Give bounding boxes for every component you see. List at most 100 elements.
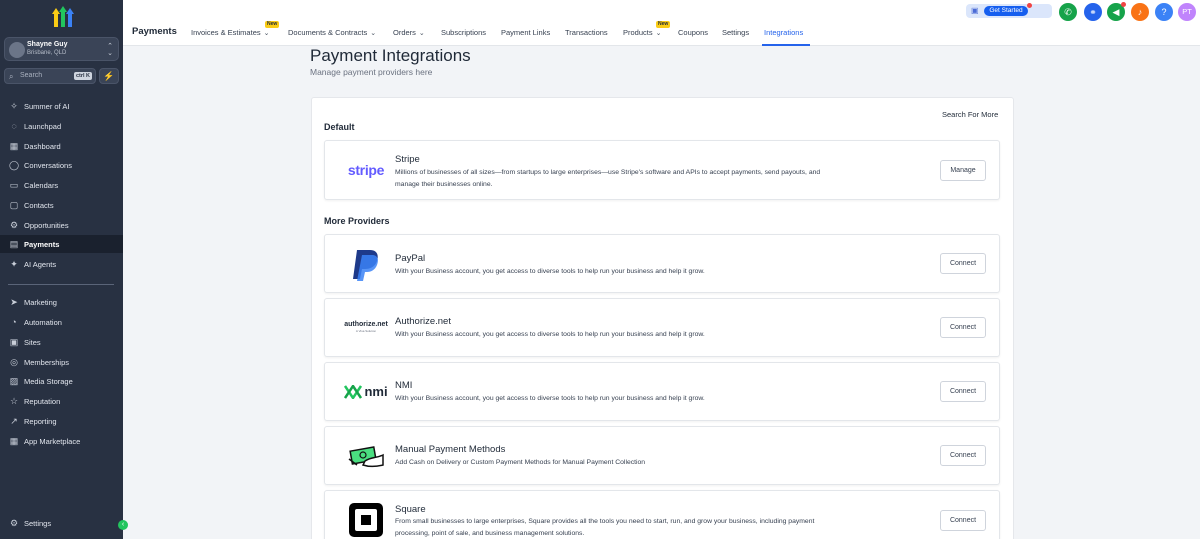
connect-button-nmi[interactable]: Connect	[940, 381, 986, 402]
sidebar-item-ai-agents[interactable]: ✦ AI Agents	[0, 255, 123, 273]
tab-coupons[interactable]: Coupons	[678, 28, 708, 37]
provider-card-paypal: PayPal With your Business account, you g…	[324, 234, 1000, 293]
provider-description: From small businesses to large enterpris…	[395, 518, 815, 537]
provider-name: PayPal	[395, 253, 426, 264]
connect-button-square[interactable]: Connect	[940, 510, 986, 531]
phone-icon[interactable]: ✆	[1059, 3, 1077, 21]
sidebar-item-reporting[interactable]: ↗ Reporting	[0, 412, 123, 430]
sidebar-item-dashboard[interactable]: ▦ Dashboard	[0, 137, 123, 155]
sidebar: Shayne Guy Brisbane, QLD ⌃ ⌄ ⌕ Search ctr…	[0, 0, 128, 539]
brand-logo[interactable]	[52, 6, 74, 28]
quick-action-bolt-icon[interactable]: ⚡	[99, 68, 119, 84]
provider-name: NMI	[395, 380, 413, 391]
search-shortcut: ctrl K	[73, 72, 92, 80]
rocket-icon: ▣	[971, 6, 979, 15]
calendar-icon: ▭	[9, 180, 19, 190]
chevron-down-icon: ⌄	[418, 30, 425, 37]
connect-button-authorize-net[interactable]: Connect	[940, 317, 986, 338]
default-section-title: Default	[324, 122, 355, 132]
link-icon[interactable]: ⚭	[1084, 3, 1102, 21]
provider-card-authorize-net: authorize.net A Visa Solution Authorize.n…	[324, 298, 1000, 357]
sidebar-item-automation[interactable]: ◔ Automation	[0, 313, 123, 331]
connect-button-paypal[interactable]: Connect	[940, 253, 986, 274]
section-title: Payments	[132, 26, 177, 37]
provider-card-square: Square From small businesses to large en…	[324, 490, 1000, 539]
tab-invoices-estimates[interactable]: Invoices & Estimates ⌄	[191, 28, 269, 37]
provider-description: Millions of businesses of all sizes—from…	[395, 169, 821, 188]
megaphone-icon[interactable]: ◀	[1107, 2, 1126, 21]
account-switcher[interactable]: Shayne Guy Brisbane, QLD ⌃ ⌄	[4, 37, 119, 61]
tab-payment-links[interactable]: Payment Links	[501, 28, 550, 37]
get-started-button[interactable]: Get Started	[984, 6, 1028, 16]
gear-icon: ⚙	[9, 518, 19, 528]
sidebar-divider	[8, 284, 114, 285]
chart-icon: ↗	[10, 416, 18, 426]
chevron-down-icon: ⌄	[655, 30, 662, 37]
new-badge: New	[265, 21, 280, 28]
sidebar-item-conversations[interactable]: ◯ Conversations	[0, 156, 123, 174]
manage-button[interactable]: Manage	[940, 160, 986, 181]
bell-icon[interactable]: ♪	[1131, 3, 1149, 21]
search-placeholder: Search	[20, 72, 43, 79]
chevron-down-icon: ⌄	[370, 30, 377, 37]
sidebar-item-summer-of-ai[interactable]: ✧ Summer of AI	[0, 97, 123, 115]
grid-icon: ▦	[9, 141, 19, 151]
payments-icon: ▤	[9, 239, 19, 249]
sidebar-item-launchpad[interactable]: ◌ Launchpad	[0, 117, 123, 135]
tab-documents-contracts[interactable]: Documents & Contracts ⌄	[288, 28, 376, 37]
sidebar-item-reputation[interactable]: ☆ Reputation	[0, 392, 123, 410]
tab-orders[interactable]: Orders ⌄	[393, 28, 425, 37]
opportunities-icon: ⚙	[9, 220, 19, 230]
top-bar: Payments Invoices & Estimates ⌄ New Docum…	[123, 0, 1200, 46]
new-badge: New	[656, 21, 671, 28]
get-started-widget[interactable]: ▣ Get Started	[966, 3, 1052, 18]
nmi-logo: nmi	[335, 363, 397, 420]
sidebar-item-payments[interactable]: ▤ Payments	[0, 235, 123, 253]
chevron-updown-icon: ⌃ ⌄	[107, 43, 113, 57]
sidebar-item-calendars[interactable]: ▭ Calendars	[0, 176, 123, 194]
rocket-icon: ◌	[11, 121, 17, 131]
star-icon: ☆	[9, 396, 19, 406]
tab-products[interactable]: Products ⌄	[623, 28, 661, 37]
more-providers-title: More Providers	[324, 216, 390, 226]
provider-description: With your Business account, you get acce…	[395, 395, 705, 402]
provider-card-nmi: nmi NMI With your Business account, you …	[324, 362, 1000, 421]
tab-integrations[interactable]: Integrations	[764, 28, 803, 37]
provider-description: With your Business account, you get acce…	[395, 331, 705, 338]
tab-transactions[interactable]: Transactions	[565, 28, 608, 37]
sidebar-item-app-marketplace[interactable]: ▦ App Marketplace	[0, 432, 123, 450]
nmi-mark-icon	[344, 384, 363, 399]
sidebar-item-marketing[interactable]: ➤ Marketing	[0, 293, 123, 311]
provider-name: Manual Payment Methods	[395, 444, 506, 455]
help-icon[interactable]: ?	[1155, 3, 1173, 21]
sidebar-item-contacts[interactable]: ▢ Contacts	[0, 196, 123, 214]
provider-card-stripe: stripe Stripe Millions of businesses of …	[324, 140, 1000, 200]
account-name: Shayne Guy	[27, 41, 68, 48]
stripe-logo: stripe	[347, 162, 385, 178]
authorize-net-logo: authorize.net A Visa Solution	[344, 320, 388, 333]
provider-name: Square	[395, 504, 426, 515]
notification-dot	[1027, 3, 1032, 8]
page-title: Payment Integrations	[310, 46, 471, 65]
account-location: Brisbane, QLD	[27, 50, 67, 56]
chat-icon: ◯	[9, 160, 20, 170]
sidebar-item-sites[interactable]: ▣ Sites	[0, 333, 123, 351]
sidebar-item-opportunities[interactable]: ⚙ Opportunities	[0, 216, 123, 234]
sidebar-item-settings[interactable]: ⚙ Settings	[0, 514, 123, 532]
connect-button-manual-payment[interactable]: Connect	[940, 445, 986, 466]
collapse-sidebar-icon[interactable]: ‹	[118, 520, 128, 530]
send-icon: ➤	[10, 297, 18, 307]
user-avatar[interactable]: PT	[1178, 3, 1196, 21]
sites-icon: ▣	[9, 337, 19, 347]
sidebar-search[interactable]: ⌕ Search ctrl K	[4, 68, 96, 84]
sidebar-item-memberships[interactable]: ◎ Memberships	[0, 353, 123, 371]
search-for-more-link[interactable]: Search For More	[942, 110, 998, 119]
tab-subscriptions[interactable]: Subscriptions	[441, 28, 486, 37]
provider-description: Add Cash on Delivery or Custom Payment M…	[395, 459, 646, 466]
sidebar-item-media-storage[interactable]: ▨ Media Storage	[0, 372, 123, 390]
provider-name: Authorize.net	[395, 316, 451, 327]
membership-icon: ◎	[10, 357, 18, 367]
sparkle-icon: ✧	[10, 101, 18, 111]
paypal-icon	[353, 249, 378, 281]
tab-settings[interactable]: Settings	[722, 28, 749, 37]
